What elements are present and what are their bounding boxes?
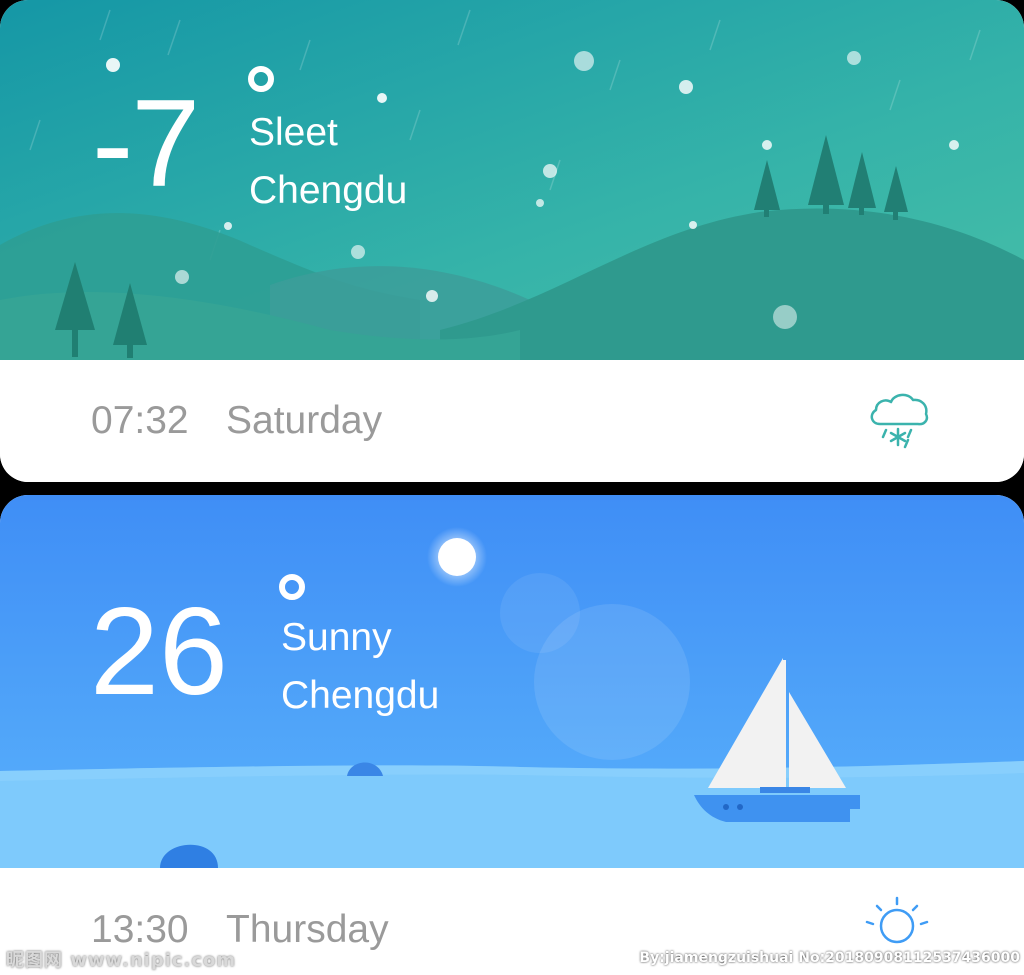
card-footer: 07:32 Saturday (0, 360, 1024, 482)
weather-card-sleet[interactable]: -7 Sleet Chengdu 07:32 Saturday (0, 0, 1024, 482)
day-label: Saturday (226, 399, 383, 442)
watermark-site: 昵图网 www.nipic.com (6, 950, 237, 971)
temperature-value: 26 (90, 583, 228, 721)
weather-card-sunny[interactable]: 26 Sunny Chengdu 13:30 Thursday (0, 495, 1024, 975)
sleet-cloud-icon (870, 393, 929, 449)
weather-condition: Sleet (249, 111, 338, 154)
degree-symbol-icon (248, 66, 274, 92)
day-label: Thursday (226, 908, 389, 951)
sun-icon (865, 896, 929, 944)
degree-symbol-icon (279, 574, 305, 600)
city-name: Chengdu (249, 169, 408, 212)
watermark-author: By:jiamengzuishuai No:201809081125374360… (639, 950, 1020, 966)
time-label: 07:32 (91, 399, 189, 442)
weather-cards-stage: -7 Sleet Chengdu 07:32 Saturday 26 Sunny… (0, 0, 1024, 975)
city-name: Chengdu (281, 674, 440, 717)
time-label: 13:30 (91, 908, 189, 951)
weather-condition: Sunny (281, 616, 392, 659)
temperature-value: -7 (92, 75, 200, 213)
